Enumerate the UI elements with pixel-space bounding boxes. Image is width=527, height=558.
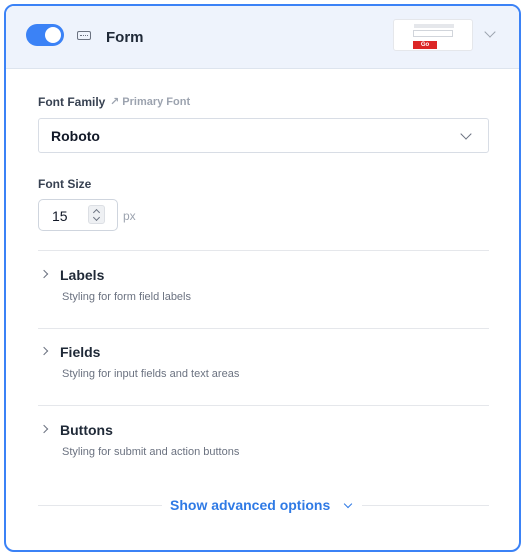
section-description: Styling for submit and action buttons xyxy=(62,446,240,458)
chevron-down-icon xyxy=(460,128,472,140)
panel-header[interactable]: Form Go xyxy=(6,6,519,69)
form-icon xyxy=(77,31,91,40)
section-title: Fields xyxy=(60,344,101,360)
preview-field xyxy=(413,30,453,37)
form-preview-thumbnail: Go xyxy=(393,19,473,51)
chevron-down-icon[interactable] xyxy=(343,499,353,509)
collapse-chevron-icon[interactable] xyxy=(484,26,496,38)
font-family-select[interactable]: Roboto xyxy=(38,118,489,153)
primary-font-link-label: Primary Font xyxy=(122,96,191,108)
divider xyxy=(38,505,162,506)
enable-toggle[interactable] xyxy=(26,24,64,46)
font-size-unit: px xyxy=(123,209,136,223)
font-size-value: 15 xyxy=(52,208,68,224)
section-title: Labels xyxy=(60,267,105,283)
font-size-label: Font Size xyxy=(38,177,92,191)
preview-label-line xyxy=(414,24,454,28)
preview-button: Go xyxy=(413,41,437,49)
font-size-stepper[interactable]: 15 xyxy=(38,199,118,231)
form-settings-panel: Form Go Font Family ↗ Primary Font Robot… xyxy=(4,4,521,552)
panel-title: Form xyxy=(106,29,144,46)
section-title: Buttons xyxy=(60,422,113,438)
toggle-knob xyxy=(45,27,61,43)
decrement-arrow-icon[interactable] xyxy=(92,213,101,222)
stepper-buttons[interactable] xyxy=(88,205,105,224)
chevron-right-icon xyxy=(39,346,49,356)
chevron-right-icon xyxy=(39,424,49,434)
primary-font-link[interactable]: ↗ Primary Font xyxy=(110,95,190,108)
section-description: Styling for form field labels xyxy=(62,291,191,303)
section-description: Styling for input fields and text areas xyxy=(62,368,240,380)
divider xyxy=(38,328,489,329)
divider xyxy=(362,505,489,506)
divider xyxy=(38,250,489,251)
show-advanced-options-button[interactable]: Show advanced options xyxy=(170,497,330,513)
divider xyxy=(38,405,489,406)
font-family-value: Roboto xyxy=(51,128,100,144)
chevron-right-icon xyxy=(39,269,49,279)
arrow-up-right-icon: ↗ xyxy=(110,96,120,108)
font-family-label: Font Family xyxy=(38,95,106,109)
